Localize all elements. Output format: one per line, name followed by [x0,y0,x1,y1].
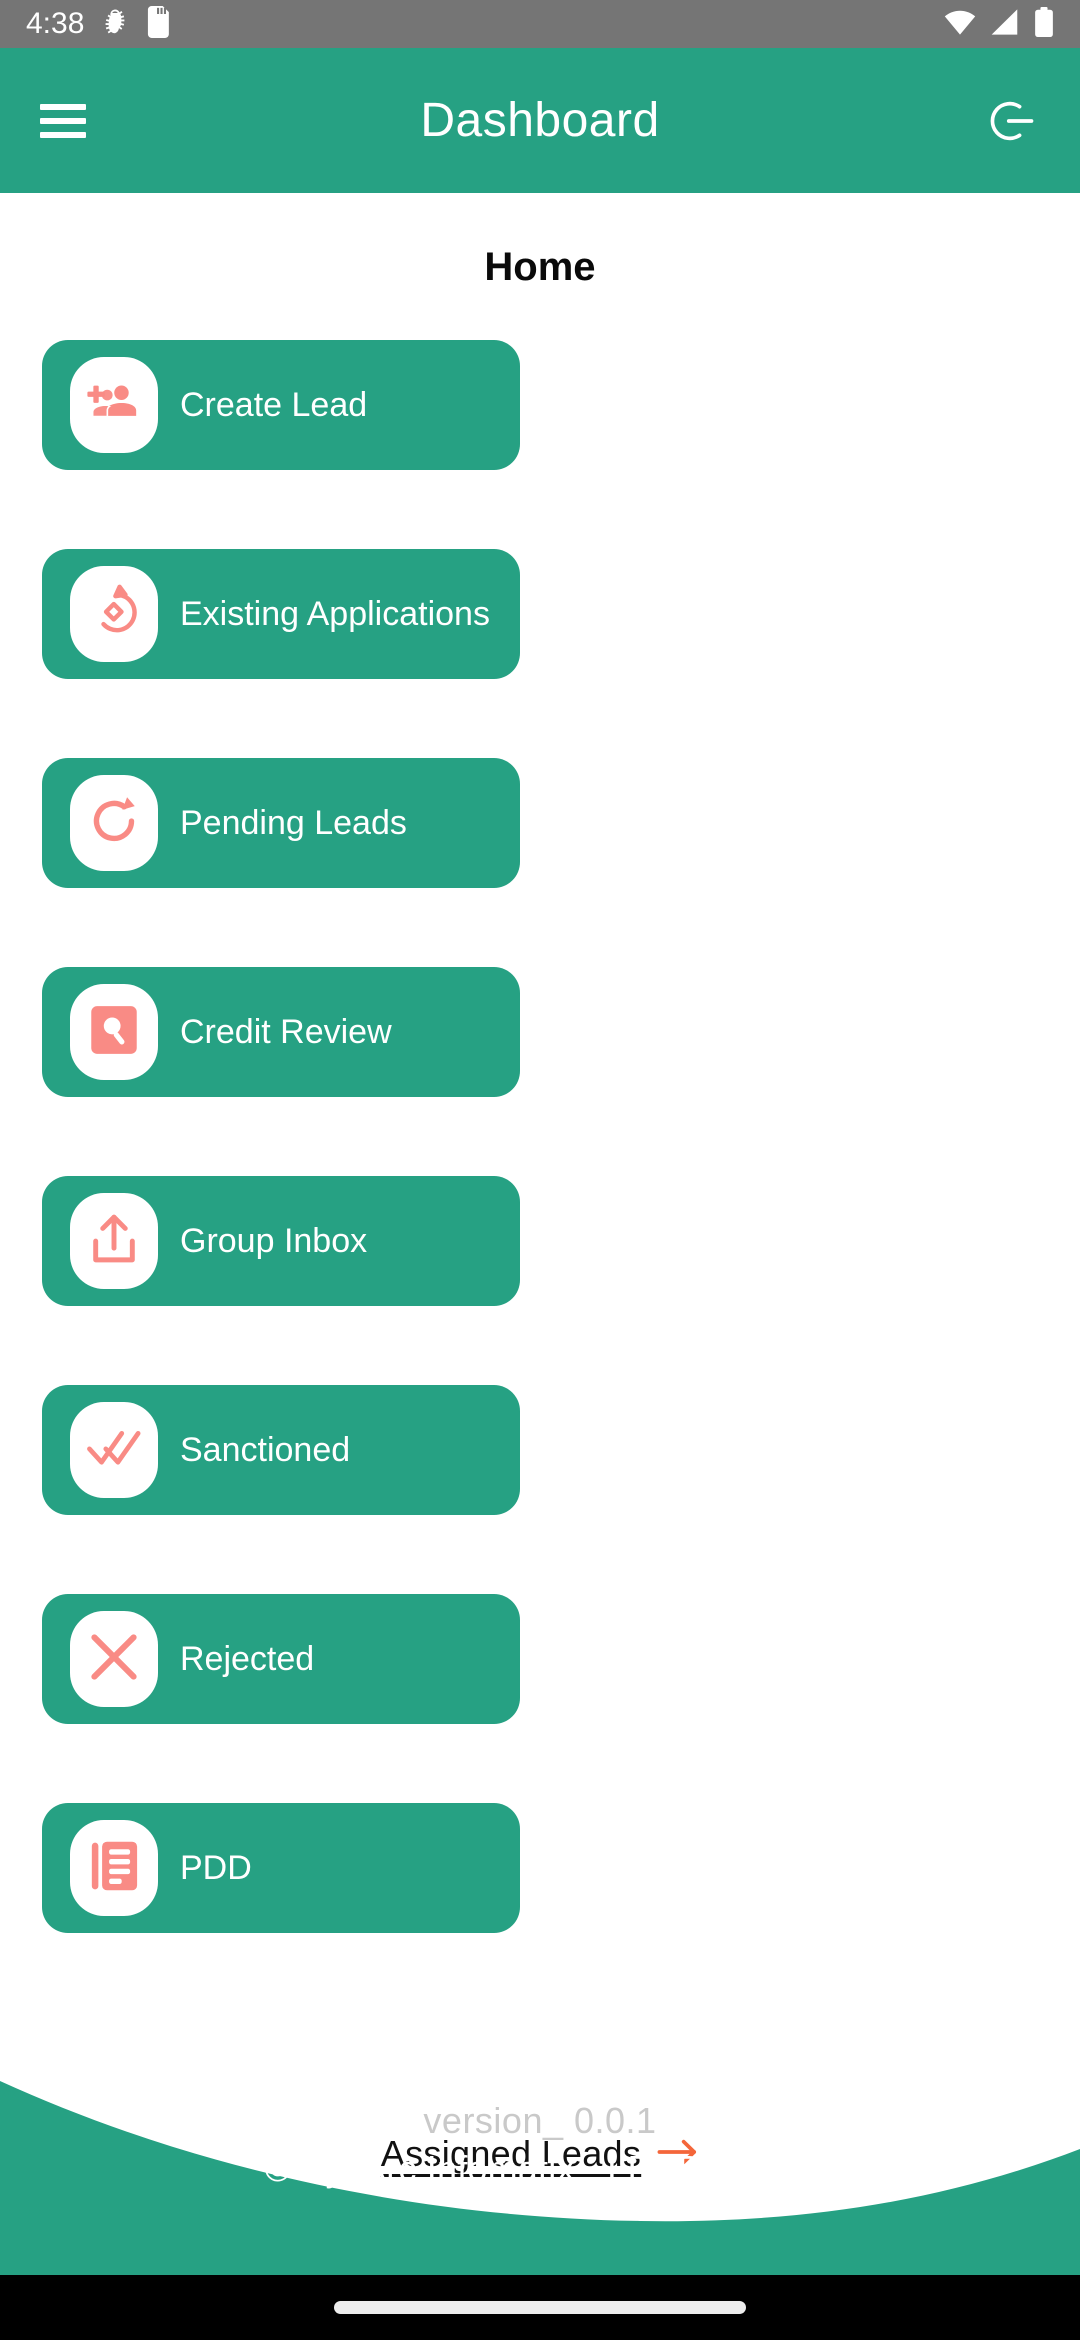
bug-debug-icon [100,7,130,42]
card-label: Rejected [180,1639,315,1678]
refresh-rotate-icon [86,793,142,854]
cellular-signal-icon [990,8,1020,41]
card-existing-applications[interactable]: Existing Applications [42,549,520,679]
main-content: Home Create Lead Existing Applications P… [0,193,1080,2175]
close-x-icon [86,1629,142,1690]
status-bar-right [944,6,1054,42]
card-icon-container [70,984,158,1080]
card-icon-container [70,775,158,871]
card-label: Create Lead [180,385,368,424]
copyright-italic-suffix: perfect [704,2148,816,2189]
status-bar: 4:38 [0,0,1080,48]
footer-copyright: © SysArc Infomatix - LENDperfect [0,2148,1080,2190]
card-group-inbox[interactable]: Group Inbox [42,1176,520,1306]
dashboard-card-grid: Create Lead Existing Applications Pendin… [0,340,1080,1933]
card-label: Group Inbox [180,1221,368,1260]
hamburger-menu-icon[interactable] [40,103,86,138]
gesture-home-pill[interactable] [334,2301,746,2314]
card-create-lead[interactable]: Create Lead [42,340,520,470]
card-rejected[interactable]: Rejected [42,1594,520,1724]
wifi-icon [944,8,976,41]
card-pdd[interactable]: PDD [42,1803,520,1933]
card-label: Credit Review [180,1012,392,1051]
card-icon-container [70,1402,158,1498]
card-pending-leads[interactable]: Pending Leads [42,758,520,888]
page-title: Dashboard [420,94,660,147]
home-heading: Home [484,245,596,289]
card-credit-review[interactable]: Credit Review [42,967,520,1097]
double-check-icon [86,1422,142,1479]
card-label: Sanctioned [180,1430,351,1469]
card-icon-container [70,1820,158,1916]
logout-icon[interactable] [984,93,1040,149]
card-icon-container [70,1193,158,1289]
card-icon-container [70,357,158,453]
card-label: Existing Applications [180,594,490,633]
card-icon-container [70,566,158,662]
sd-card-icon [146,5,172,43]
search-box-icon [89,1002,139,1063]
document-list-icon [87,1838,141,1899]
dashboard-screen: 4:38 Dashboard Home Create Lead Existing… [0,0,1080,2340]
upload-tray-icon [88,1212,140,1271]
app-bar: Dashboard [0,48,1080,193]
status-bar-left: 4:38 [26,5,172,43]
add-person-icon [86,375,142,436]
status-bar-clock: 4:38 [26,7,85,40]
card-label: Pending Leads [180,803,407,842]
card-sanctioned[interactable]: Sanctioned [42,1385,520,1515]
gesture-navigation-bar [0,2275,1080,2340]
battery-icon [1034,6,1054,42]
card-label: PDD [180,1848,252,1887]
copyright-prefix: © SysArc Infomatix - LEND [264,2148,705,2189]
rotate-diamond-icon [86,584,142,645]
card-icon-container [70,1611,158,1707]
